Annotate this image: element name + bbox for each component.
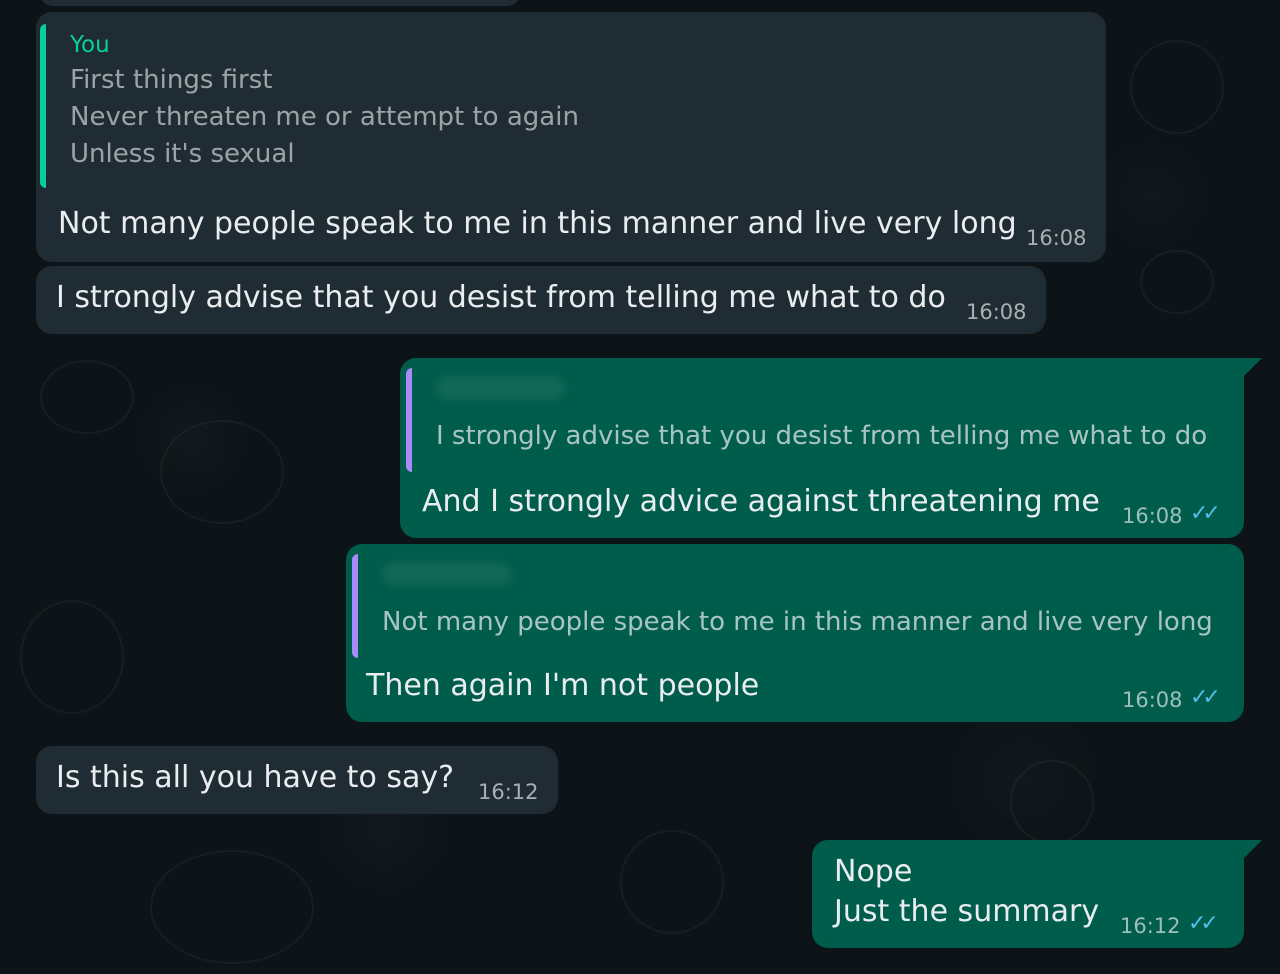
message-text: I strongly advise that you desist from t… <box>56 280 946 315</box>
message-timestamp: 16:08 <box>966 300 1027 324</box>
message-text: Then again I'm not people <box>366 668 760 703</box>
previous-message-bubble <box>40 0 520 6</box>
chat-area[interactable]: You First things first Never threaten me… <box>0 0 1280 974</box>
message-text: And I strongly advice against threatenin… <box>422 484 1100 519</box>
bubble-tail <box>1244 840 1262 858</box>
outgoing-message-bubble[interactable]: I strongly advise that you desist from t… <box>400 358 1244 538</box>
message-timestamp: 16:12 <box>1120 914 1181 938</box>
message-text-line: Just the summary <box>834 894 1100 929</box>
incoming-message-bubble[interactable]: Is this all you have to say? 16:12 <box>36 746 558 814</box>
message-text: Is this all you have to say? <box>56 760 455 795</box>
message-timestamp: 16:12 <box>478 780 539 804</box>
message-text-line: Nope <box>834 854 913 889</box>
wallpaper-doodle <box>150 850 314 964</box>
incoming-message-bubble[interactable]: You First things first Never threaten me… <box>36 12 1106 262</box>
quote-text-line: First things first <box>70 65 273 95</box>
quote-text-line: Unless it's sexual <box>70 139 295 169</box>
outgoing-message-bubble[interactable]: Nope Just the summary 16:12 ✓✓ <box>812 840 1244 948</box>
quote-text-line: I strongly advise that you desist from t… <box>436 421 1208 451</box>
quoted-reply[interactable]: I strongly advise that you desist from t… <box>406 368 1232 472</box>
wallpaper-doodle <box>620 830 724 934</box>
double-check-icon: ✓✓ <box>1190 501 1221 526</box>
quote-author-redacted <box>436 376 566 400</box>
message-text: Not many people speak to me in this mann… <box>58 206 1017 241</box>
quoted-reply[interactable]: You First things first Never threaten me… <box>40 24 1080 188</box>
quote-text-line: Not many people speak to me in this mann… <box>382 607 1213 637</box>
incoming-message-bubble[interactable]: I strongly advise that you desist from t… <box>36 266 1046 334</box>
wallpaper-doodle <box>20 600 124 714</box>
message-timestamp: 16:08 <box>1122 688 1183 712</box>
wallpaper-doodle <box>1140 250 1214 314</box>
quoted-reply[interactable]: Not many people speak to me in this mann… <box>352 554 1232 658</box>
double-check-icon: ✓✓ <box>1190 685 1221 710</box>
wallpaper-doodle <box>1010 760 1094 844</box>
outgoing-message-bubble[interactable]: Not many people speak to me in this mann… <box>346 544 1244 722</box>
message-timestamp: 16:08 <box>1122 504 1183 528</box>
quote-text-line: Never threaten me or attempt to again <box>70 102 579 132</box>
wallpaper-doodle <box>40 360 134 434</box>
double-check-icon: ✓✓ <box>1188 911 1219 936</box>
quote-author-redacted <box>382 562 512 586</box>
quote-author: You <box>70 32 110 58</box>
wallpaper-doodle <box>160 420 284 524</box>
bubble-tail <box>1244 358 1262 376</box>
message-timestamp: 16:08 <box>1026 226 1087 250</box>
wallpaper-doodle <box>1130 40 1224 134</box>
